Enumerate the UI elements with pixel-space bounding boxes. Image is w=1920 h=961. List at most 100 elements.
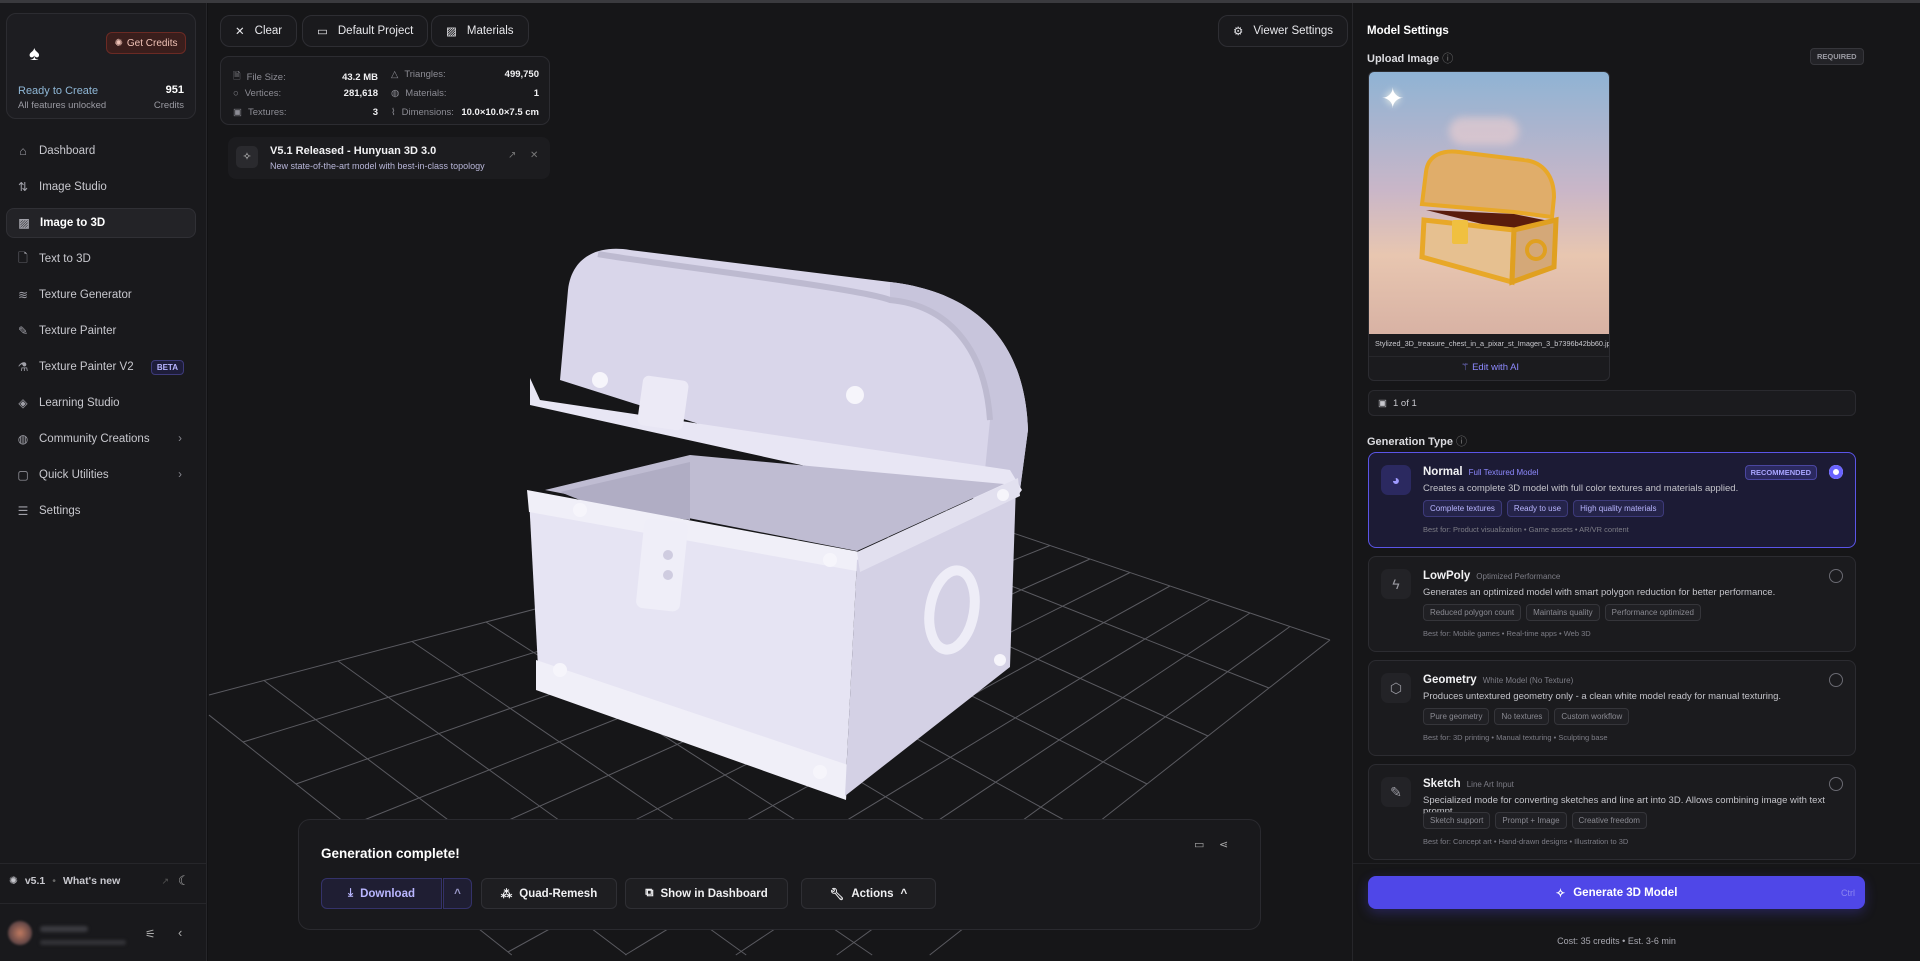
image-icon: ▣ (233, 107, 242, 118)
edit-with-ai-button[interactable]: ⚚ Edit with AI (1369, 362, 1610, 373)
generation-type-lowpoly[interactable]: ϟ LowPolyOptimized Performance Generates… (1368, 556, 1856, 652)
stat-value: 281,618 (344, 88, 378, 99)
stat-label: Vertices: (245, 88, 281, 99)
best-for: Best for: Product visualization • Game a… (1423, 525, 1629, 534)
stat-label: File Size: (247, 72, 286, 83)
sidebar-item-learning-studio[interactable]: ◈Learning Studio (6, 388, 196, 418)
treasure-chest-image[interactable]: ✦ (1369, 72, 1610, 334)
type-radio[interactable] (1829, 673, 1843, 687)
collapse-sidebar-icon[interactable]: ‹ (178, 925, 182, 940)
sidebar-item-texture-painter[interactable]: ✎Texture Painter (6, 316, 196, 346)
user-email-blurred (40, 940, 126, 945)
viewer-settings-button[interactable]: ⚙Viewer Settings (1218, 15, 1348, 47)
flask-icon: ⚗ (16, 360, 30, 374)
sidebar-item-dashboard[interactable]: ⌂Dashboard (6, 136, 196, 166)
type-radio[interactable] (1829, 465, 1843, 479)
type-subtitle: Full Textured Model (1469, 468, 1539, 477)
announcement-title: V5.1 Released - Hunyuan 3D 3.0 (270, 145, 436, 157)
generation-type-normal[interactable]: ◕ NormalFull Textured Model Creates a co… (1368, 452, 1856, 548)
best-for: Best for: Mobile games • Real-time apps … (1423, 629, 1591, 638)
divider (1353, 863, 1920, 864)
external-link-icon: ↗ (161, 876, 169, 887)
avatar[interactable] (8, 921, 32, 945)
theme-toggle-icon[interactable]: ☾ (178, 873, 190, 889)
feedback-icon[interactable]: ▭ (1194, 838, 1204, 851)
wrench-icon: 🔧︎ (830, 887, 845, 901)
image-count: 1 of 1 (1393, 398, 1417, 409)
type-radio[interactable] (1829, 569, 1843, 583)
sidebar-item-label: Learning Studio (39, 397, 120, 409)
feature-tag: High quality materials (1573, 500, 1663, 517)
sliders-icon: ☰ (16, 504, 30, 518)
recommended-badge: RECOMMENDED (1745, 465, 1817, 480)
info-icon[interactable]: ⓘ (1456, 436, 1467, 448)
download-icon: ⤓ (348, 887, 353, 900)
treasure-chest-model (527, 249, 1028, 800)
actions-button[interactable]: 🔧︎Actions^ (801, 878, 936, 909)
share-icon[interactable]: ⋖ (1219, 838, 1228, 851)
generation-type-geometry[interactable]: ⬡ GeometryWhite Model (No Texture) Produ… (1368, 660, 1856, 756)
clear-button[interactable]: ✕Clear (220, 15, 297, 47)
panel-title: Model Settings (1367, 25, 1449, 37)
divider (0, 863, 207, 864)
sidebar-item-community-creations[interactable]: ◍Community Creations› (6, 424, 196, 454)
pencil-icon: ✎ (1381, 777, 1411, 807)
stat-materials: ◍Materials:1 (391, 88, 539, 99)
sidebar-item-quick-utilities[interactable]: ▢Quick Utilities› (6, 460, 196, 490)
type-description: Generates an optimized model with smart … (1423, 587, 1775, 598)
triangle-icon: △ (391, 69, 398, 80)
close-icon[interactable]: ✕ (530, 150, 538, 161)
get-credits-button[interactable]: ✺Get Credits (106, 32, 186, 54)
sidebar-item-image-to-3d[interactable]: ▨Image to 3D (6, 208, 196, 238)
sidebar-item-label: Texture Generator (39, 289, 132, 301)
home-icon: ⌂ (16, 144, 30, 158)
sidebar-item-settings[interactable]: ☰Settings (6, 496, 196, 526)
layers-icon: ≋ (16, 288, 30, 302)
feature-tag: Ready to use (1507, 500, 1568, 517)
materials-button[interactable]: ▨ Materials (431, 15, 529, 47)
stat-file-size: 🗎File Size:43.2 MB (233, 69, 378, 85)
quad-remesh-button[interactable]: ⁂Quad-Remesh (481, 878, 617, 909)
type-title: LowPolyOptimized Performance (1423, 570, 1560, 582)
sparkle-icon: ✺ (115, 38, 123, 49)
type-name: Geometry (1423, 674, 1477, 686)
sidebar-item-image-studio[interactable]: ⇅Image Studio (6, 172, 196, 202)
credits-card: ♠ ✺Get Credits Ready to Create All featu… (6, 13, 196, 119)
palette-icon: ◍ (391, 88, 399, 99)
generate-3d-model-button[interactable]: ✧Generate 3D Model Ctrl (1368, 876, 1865, 909)
best-for: Best for: 3D printing • Manual texturing… (1423, 733, 1608, 742)
info-icon[interactable]: ⓘ (1442, 53, 1453, 65)
preferences-icon[interactable]: ⚟ (145, 927, 156, 941)
sparkle-icon: ✺ (9, 875, 18, 887)
type-radio[interactable] (1829, 777, 1843, 791)
announcement-banner[interactable]: ✧ V5.1 Released - Hunyuan 3D 3.0 New sta… (228, 137, 550, 179)
project-button[interactable]: ▭Default Project (302, 15, 428, 47)
download-options-chevron-up-icon[interactable]: ^ (443, 878, 472, 909)
status-subtitle: All features unlocked (18, 100, 106, 111)
chevron-up-icon: ^ (901, 888, 908, 900)
3d-viewport[interactable]: ✕Clear ▭Default Project ▨ Materials ⚙View… (208, 3, 1352, 961)
whats-new-link[interactable]: What's new (63, 875, 120, 887)
whats-new-row[interactable]: ✺ v5.1• What's new ↗ (9, 875, 169, 887)
materials-label: Materials (467, 25, 514, 37)
show-in-dashboard-button[interactable]: ⧉Show in Dashboard (625, 878, 788, 909)
hatch-icon: ▨ (446, 24, 457, 38)
sidebar-item-texture-generator[interactable]: ≋ Texture Generator (6, 280, 196, 310)
download-button[interactable]: ⤓ Download (321, 878, 442, 909)
type-title: SketchLine Art Input (1423, 778, 1514, 790)
sidebar-item-label: Image Studio (39, 181, 107, 193)
download-label: Download (360, 888, 415, 900)
stat-label: Materials: (405, 88, 446, 99)
uploaded-image-card[interactable]: ✦ Stylized_3D_treasure_chest_in_a_pixar_… (1368, 71, 1610, 381)
model-settings-panel: Model Settings Upload Image ⓘ REQUIRED ✦… (1352, 3, 1920, 961)
generation-type-sketch[interactable]: ✎ SketchLine Art Input Specialized mode … (1368, 764, 1856, 860)
circle-icon: ○ (233, 88, 239, 99)
sidebar-item-text-to-3d[interactable]: 🗋︎Text to 3D (6, 244, 196, 274)
generation-result-panel: Generation complete! ▭ ⋖ ⤓Download ^ ⁂Qu… (298, 819, 1261, 930)
external-link-icon[interactable]: ↗ (508, 150, 516, 161)
sidebar-item-texture-painter-v2[interactable]: ⚗Texture Painter V2BETA (6, 352, 196, 382)
globe-icon: ◍ (16, 432, 30, 446)
zap-icon: ϟ (1381, 569, 1411, 599)
sidebar-item-label: Community Creations (39, 433, 150, 445)
chest-illustration (1414, 132, 1564, 302)
